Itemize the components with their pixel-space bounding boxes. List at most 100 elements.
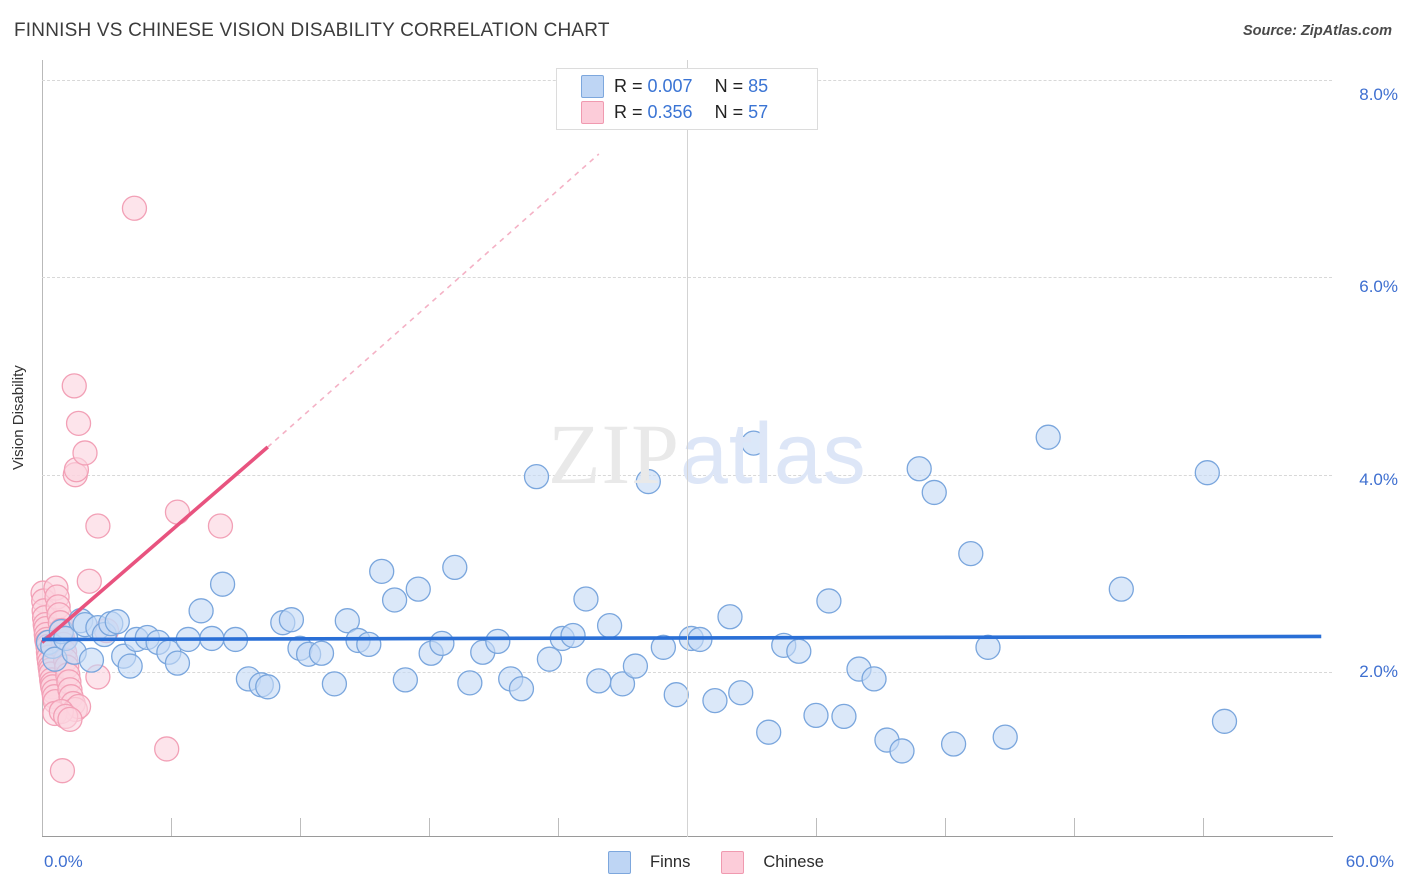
data-point	[573, 586, 599, 612]
data-point	[457, 670, 483, 696]
data-point	[560, 622, 586, 649]
chinese-r-label: R =	[614, 101, 643, 122]
stats-row-finns: R = 0.007 N = 85	[581, 73, 768, 99]
finns-swatch-icon	[581, 74, 604, 98]
finns-r-value: 0.007	[647, 75, 693, 96]
data-point	[209, 571, 236, 597]
x-tick-5-major	[687, 60, 688, 837]
data-point	[85, 513, 111, 539]
data-point	[663, 682, 689, 708]
x-tick-label-min: 0.0%	[44, 852, 83, 871]
y-tick-label-8: 8.0%	[1359, 85, 1398, 104]
stats-row-chinese: R = 0.356 N = 57	[581, 99, 768, 125]
finns-points-group	[35, 424, 1238, 764]
data-point	[392, 667, 419, 693]
data-point	[1035, 424, 1061, 450]
data-point	[756, 719, 782, 745]
y-tick-label-6: 6.0%	[1359, 277, 1398, 296]
data-point	[728, 680, 754, 706]
x-tick-1	[171, 818, 172, 836]
data-point	[78, 647, 105, 673]
chart-root: FINNISH VS CHINESE VISION DISABILITY COR…	[0, 0, 1406, 892]
data-point	[906, 456, 932, 482]
chinese-n-label: N =	[714, 101, 744, 122]
data-point	[321, 671, 348, 697]
data-point	[442, 554, 468, 581]
chinese-legend-swatch-icon	[721, 851, 745, 874]
finns-n-value: 85	[748, 75, 769, 96]
legend-label-chinese: Chinese	[763, 853, 824, 871]
chinese-trendline-dashed	[267, 153, 600, 448]
chinese-n-value: 57	[748, 101, 769, 122]
y-tick-label-4: 4.0%	[1359, 470, 1398, 489]
data-point	[49, 758, 76, 784]
x-tick-9	[1203, 818, 1204, 836]
data-point	[255, 674, 281, 700]
chinese-swatch-icon	[581, 100, 604, 124]
data-point	[61, 373, 87, 399]
data-point	[278, 607, 305, 633]
data-point	[117, 653, 143, 679]
chinese-r-value: 0.356	[647, 101, 693, 122]
data-point	[889, 738, 915, 764]
data-point	[1194, 460, 1220, 486]
data-point	[622, 653, 649, 679]
y-axis-title: Vision Disability	[10, 365, 27, 470]
x-tick-7	[945, 818, 946, 836]
data-point	[831, 703, 857, 730]
data-point	[429, 630, 455, 657]
data-point	[940, 731, 967, 757]
page-title: FINNISH VS CHINESE VISION DISABILITY COR…	[14, 20, 610, 41]
x-tick-8	[1074, 818, 1075, 836]
legend-item-finns[interactable]: Finns	[608, 851, 690, 874]
data-point	[76, 568, 102, 594]
data-point	[702, 687, 728, 714]
data-point	[207, 513, 234, 539]
x-tick-6	[816, 818, 817, 836]
data-point	[164, 499, 191, 525]
data-point	[57, 706, 83, 733]
data-point	[586, 668, 612, 694]
legend-item-chinese[interactable]: Chinese	[721, 851, 824, 874]
data-point	[635, 468, 661, 495]
legend-label-finns: Finns	[650, 853, 691, 871]
data-point	[958, 540, 984, 567]
data-point	[803, 702, 829, 729]
data-point	[921, 479, 947, 506]
data-point	[1108, 576, 1134, 602]
data-point	[104, 609, 130, 635]
x-tick-label-max: 60.0%	[1345, 852, 1394, 871]
source-attribution: Source: ZipAtlas.com	[1242, 23, 1392, 39]
y-tick-label-2: 2.0%	[1359, 662, 1398, 681]
finns-r-label: R =	[614, 75, 643, 96]
data-point	[861, 666, 887, 692]
data-point	[164, 650, 191, 676]
data-point	[356, 631, 382, 658]
data-point	[65, 410, 92, 437]
series-legend: Finns Chinese	[608, 851, 846, 874]
data-point	[405, 576, 431, 602]
finns-legend-swatch-icon	[608, 851, 631, 874]
finns-n-label: N =	[714, 75, 744, 96]
data-point	[369, 558, 395, 585]
x-tick-4	[558, 818, 559, 836]
x-tick-2	[300, 818, 301, 836]
data-point	[741, 430, 767, 456]
data-point	[536, 646, 563, 672]
data-point	[816, 588, 842, 614]
data-point	[992, 724, 1018, 750]
data-point	[717, 604, 743, 630]
correlation-stats-box: R = 0.007 N = 85 R = 0.356 N = 57	[556, 68, 818, 130]
chinese-points-group	[30, 195, 234, 784]
data-point	[596, 612, 623, 639]
data-point	[508, 676, 535, 702]
x-tick-3	[429, 818, 430, 836]
data-point	[188, 598, 214, 624]
data-point	[786, 638, 812, 664]
data-point	[121, 195, 148, 221]
data-point	[381, 587, 408, 613]
data-point	[523, 463, 550, 490]
data-point	[1211, 708, 1238, 734]
data-point	[72, 440, 98, 466]
data-point	[308, 640, 335, 666]
